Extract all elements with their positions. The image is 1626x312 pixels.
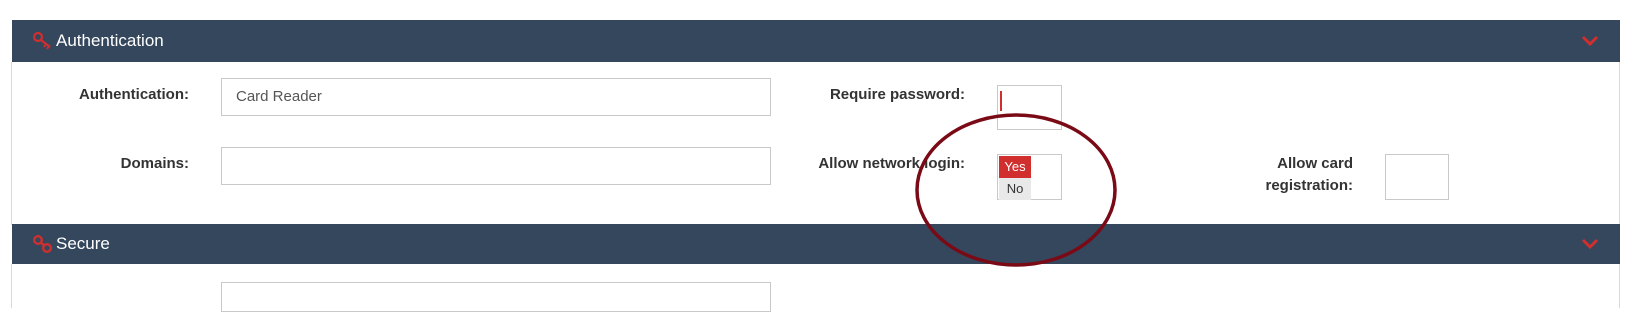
authentication-section-title: Authentication: [56, 31, 164, 50]
allow-network-login-toggle[interactable]: Yes No: [997, 154, 1062, 200]
authentication-section-header[interactable]: Authentication: [12, 20, 1620, 62]
chevron-down-icon[interactable]: [1580, 236, 1600, 252]
secure-section-title: Secure: [56, 234, 110, 253]
authentication-select[interactable]: Card Reader: [221, 78, 771, 116]
allow-card-registration-toggle[interactable]: [1385, 154, 1449, 200]
authentication-label: Authentication:: [79, 86, 189, 103]
option-no[interactable]: No: [999, 178, 1031, 200]
require-password-toggle[interactable]: [997, 85, 1062, 130]
allow-card-registration-label-line2: registration:: [1265, 177, 1353, 194]
allow-network-login-label: Allow network login:: [818, 155, 965, 172]
secure-section-header[interactable]: Secure: [12, 224, 1620, 264]
link-icon: [33, 235, 52, 253]
option-yes[interactable]: Yes: [999, 156, 1031, 178]
key-icon: [32, 31, 51, 50]
allow-card-registration-label-line1: Allow card: [1277, 155, 1353, 172]
allow-card-registration-label: Allow card registration:: [1200, 153, 1353, 197]
chevron-down-icon[interactable]: [1580, 33, 1600, 49]
domains-input[interactable]: [221, 147, 771, 185]
domains-label: Domains:: [120, 155, 189, 172]
toggle-indicator: [1000, 91, 1002, 111]
require-password-label: Require password:: [829, 86, 965, 103]
